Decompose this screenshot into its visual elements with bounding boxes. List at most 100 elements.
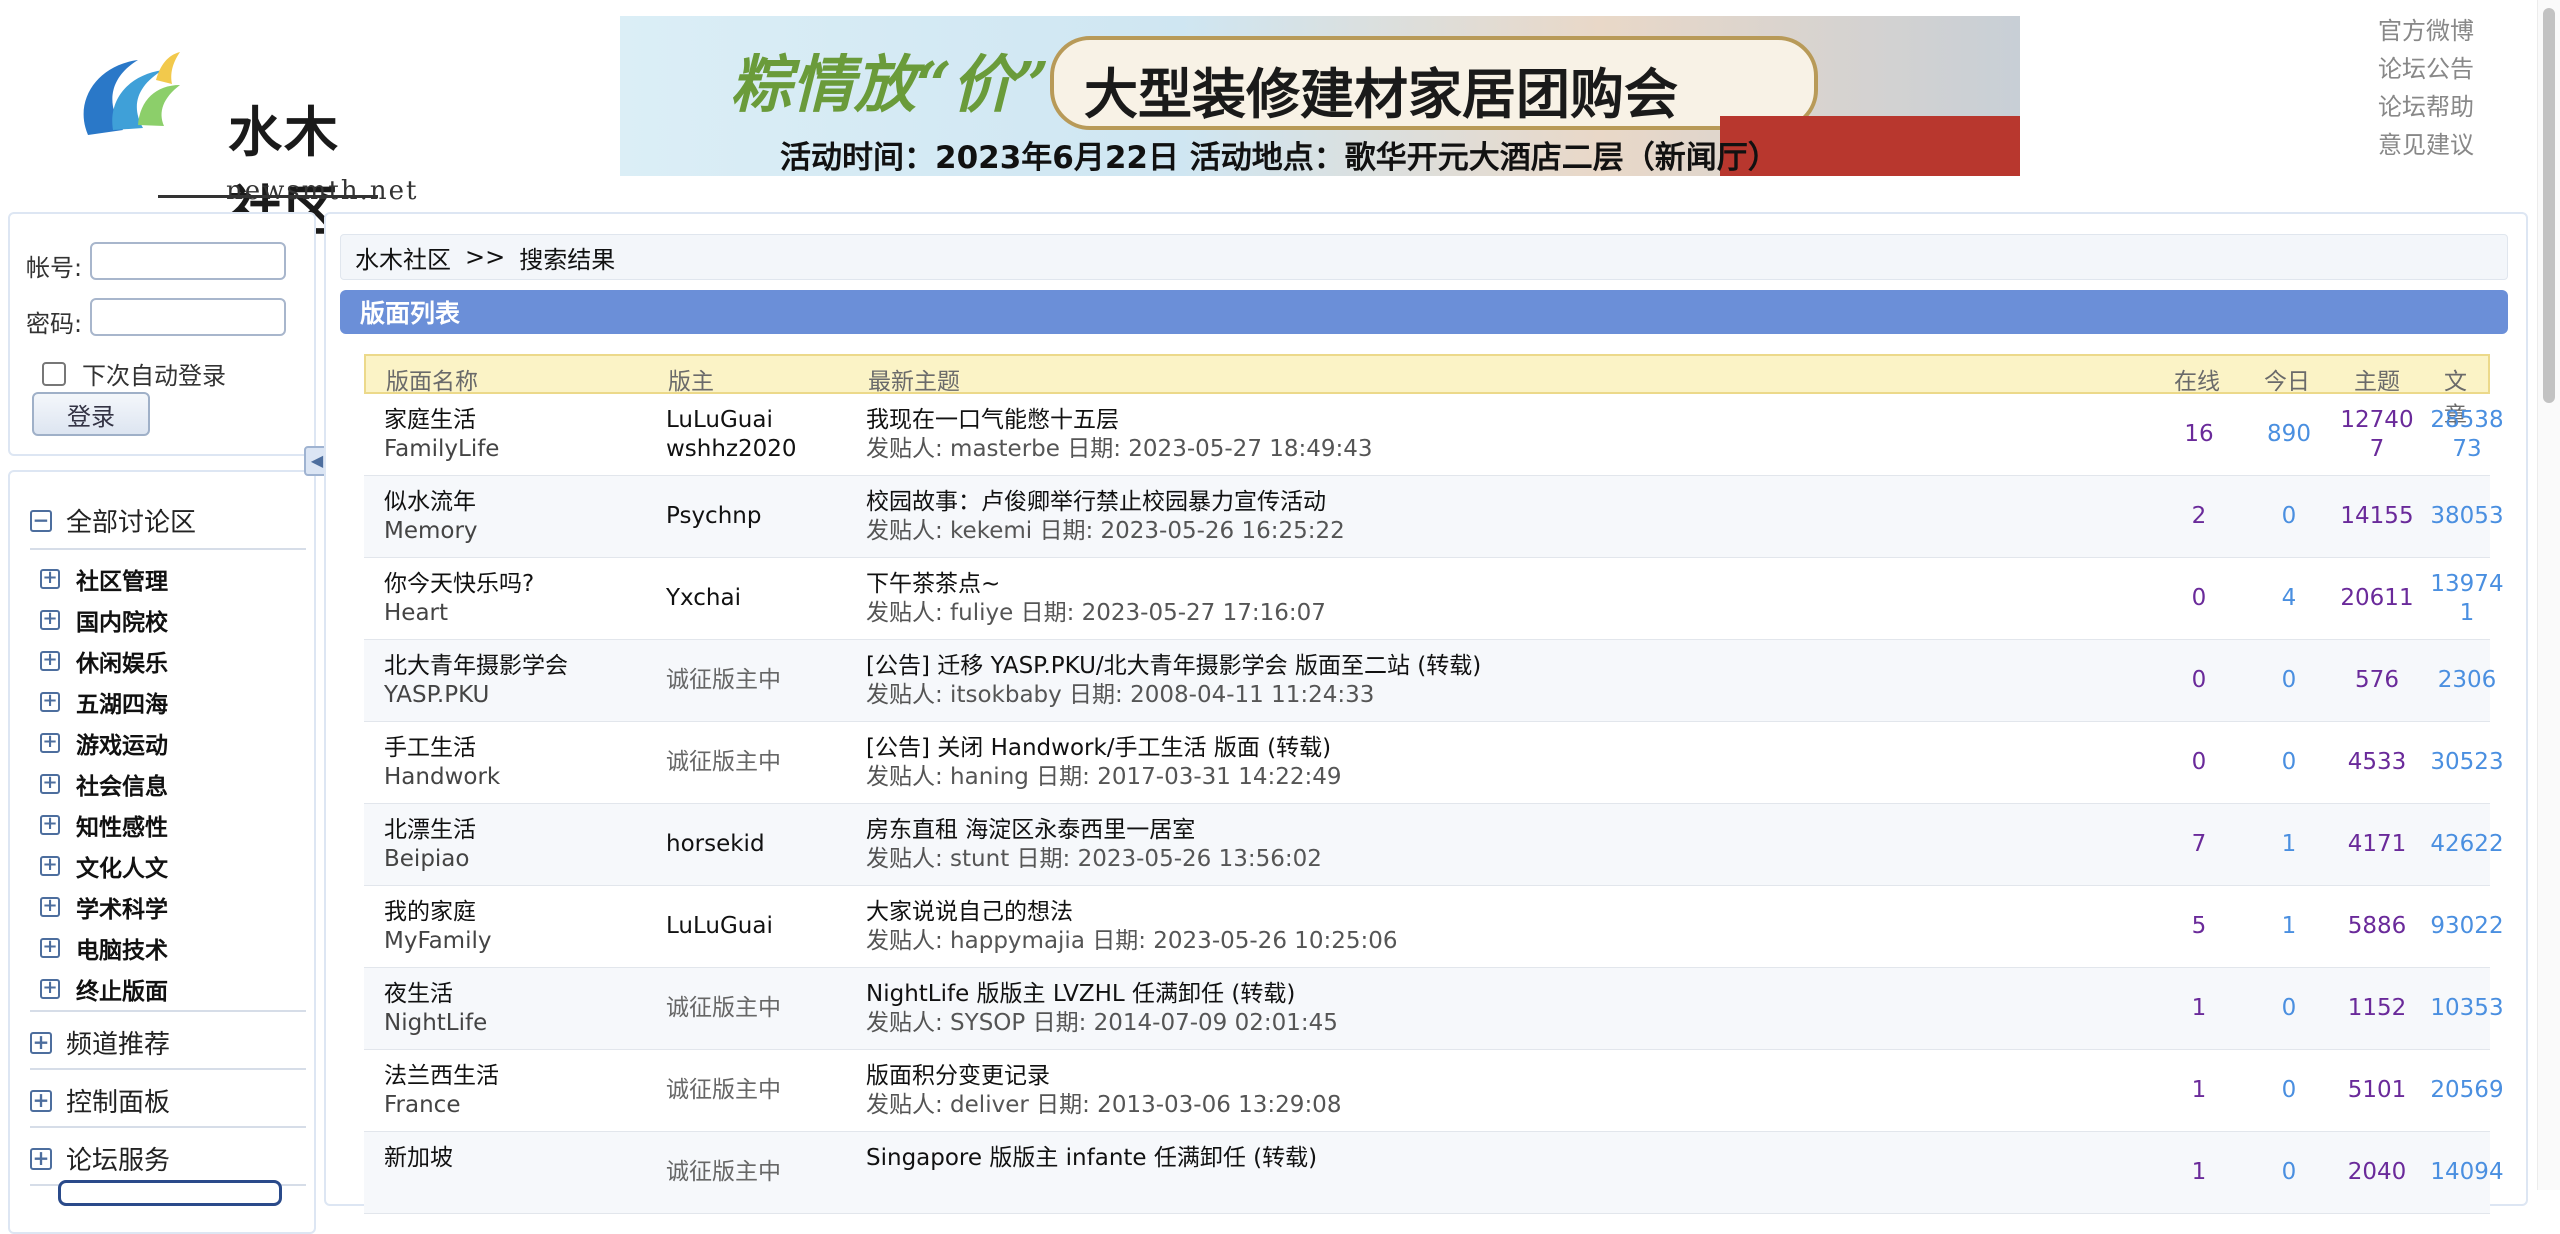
today-count[interactable]: 0 — [2244, 502, 2334, 531]
remember-login[interactable]: 下次自动登录 — [42, 356, 226, 391]
scrollbar-thumb[interactable] — [2543, 8, 2555, 403]
site-logo[interactable]: 水木社区 newsmth.net — [68, 40, 416, 243]
post-count[interactable]: 20569 — [2422, 1076, 2512, 1105]
board-english-name[interactable]: YASP.PKU — [384, 681, 568, 710]
board-name-link[interactable]: 新加坡 — [384, 1144, 453, 1173]
nav-control-panel[interactable]: + 控制面板 — [30, 1082, 306, 1119]
today-count[interactable]: 0 — [2244, 748, 2334, 777]
nav-forum-services[interactable]: + 论坛服务 — [30, 1140, 306, 1177]
moderator-cell: Psychnp — [666, 502, 761, 531]
latest-topic-link[interactable]: 房东直租 海淀区永泰西里一居室 — [866, 816, 1322, 845]
post-count[interactable]: 14094 — [2422, 1158, 2512, 1187]
divider — [30, 1010, 306, 1012]
moderator-cell: 诚征版主中 — [666, 1158, 781, 1187]
post-count[interactable]: 13974 1 — [2422, 570, 2512, 628]
nav-category-3[interactable]: + 休闲娱乐 — [40, 644, 168, 678]
category-label: 学术科学 — [76, 897, 168, 923]
board-name-link[interactable]: 家庭生活 — [384, 406, 499, 435]
header-today: 今日 — [2264, 369, 2310, 395]
board-english-name[interactable]: France — [384, 1091, 499, 1120]
board-name-cell: 北大青年摄影学会 YASP.PKU — [384, 652, 568, 710]
board-english-name[interactable]: FamilyLife — [384, 435, 499, 464]
moderator-link[interactable]: Yxchai — [666, 584, 741, 613]
post-count[interactable]: 38053 — [2422, 502, 2512, 531]
latest-topic-link[interactable]: [公告] 关闭 Handwork/手工生活 版面 (转载) — [866, 734, 1342, 763]
latest-topic-link[interactable]: [公告] 迁移 YASP.PKU/北大青年摄影学会 版面至二站 (转载) — [866, 652, 1481, 681]
board-english-name[interactable]: Memory — [384, 517, 478, 546]
nav-category-7[interactable]: + 知性感性 — [40, 808, 168, 842]
moderator-link[interactable]: horsekid — [666, 830, 765, 859]
post-count[interactable]: 2306 — [2422, 666, 2512, 695]
moderator-link[interactable]: LuLuGuai — [666, 912, 773, 941]
post-count[interactable]: 10353 — [2422, 994, 2512, 1023]
latest-topic-meta: 发贴人: deliver 日期: 2013-03-06 13:29:08 — [866, 1092, 1342, 1118]
nav-category-4[interactable]: + 五湖四海 — [40, 685, 168, 719]
today-count[interactable]: 890 — [2244, 420, 2334, 449]
remember-checkbox[interactable] — [42, 361, 66, 386]
link-forum-help[interactable]: 论坛帮助 — [2378, 88, 2474, 126]
nav-category-6[interactable]: + 社会信息 — [40, 767, 168, 801]
latest-topic-link[interactable]: NightLife 版版主 LVZHL 任满卸任 (转载) — [866, 980, 1338, 1009]
latest-topic-cell: 版面积分变更记录 发贴人: deliver 日期: 2013-03-06 13:2… — [866, 1062, 1341, 1120]
board-name-link[interactable]: 北大青年摄影学会 — [384, 652, 568, 681]
breadcrumb-home[interactable]: 水木社区 — [355, 240, 451, 275]
post-count-line1: 14094 — [2430, 1159, 2504, 1185]
nav-category-1[interactable]: + 社区管理 — [40, 562, 168, 596]
latest-topic-link[interactable]: 校园故事：卢俊卿举行禁止校园暴力宣传活动 — [866, 488, 1345, 517]
nav-category-2[interactable]: + 国内院校 — [40, 603, 168, 637]
moderator-link[interactable]: Psychnp — [666, 502, 761, 531]
ad-banner[interactable]: 粽情放“价” 大型装修建材家居团购会 活动时间：2023年6月22日 活动地点：… — [620, 16, 2020, 176]
post-count[interactable]: 93022 — [2422, 912, 2512, 941]
link-feedback[interactable]: 意见建议 — [2378, 126, 2474, 164]
board-english-name[interactable]: Beipiao — [384, 845, 476, 874]
board-name-link[interactable]: 手工生活 — [384, 734, 500, 763]
board-name-link[interactable]: 你今天快乐吗? — [384, 570, 534, 599]
post-count-line1: 20569 — [2430, 1077, 2504, 1103]
link-forum-announcement[interactable]: 论坛公告 — [2378, 50, 2474, 88]
today-count[interactable]: 0 — [2244, 1158, 2334, 1187]
account-input[interactable] — [90, 242, 286, 280]
nav-category-11[interactable]: + 终止版面 — [40, 972, 168, 1006]
latest-topic-link[interactable]: 下午茶茶点~ — [866, 570, 1326, 599]
today-count[interactable]: 0 — [2244, 994, 2334, 1023]
header-moderator: 版主 — [668, 369, 714, 395]
password-input[interactable] — [90, 298, 286, 336]
latest-topic-link[interactable]: 大家说说自己的想法 — [866, 898, 1398, 927]
table-row: 北漂生活 Beipiao horsekid 房东直租 海淀区永泰西里一居室 发贴人: s… — [364, 804, 2504, 886]
post-count[interactable]: 42622 — [2422, 830, 2512, 859]
today-count[interactable]: 4 — [2244, 584, 2334, 613]
board-english-name[interactable]: Heart — [384, 599, 534, 628]
nav-category-9[interactable]: + 学术科学 — [40, 890, 168, 924]
sidebar-bottom-button[interactable] — [58, 1180, 282, 1206]
board-english-name[interactable]: Handwork — [384, 763, 500, 792]
nav-category-5[interactable]: + 游戏运动 — [40, 726, 168, 760]
board-name-cell: 我的家庭 MyFamily — [384, 898, 491, 956]
left-sidebar: 帐号: 密码: 下次自动登录 登录 − 全部讨论区 + 社区管理 + 国内院校 + 休… — [8, 212, 316, 1234]
moderator-link[interactable]: wshhz2020 — [666, 435, 797, 464]
board-name-link[interactable]: 夜生活 — [384, 980, 487, 1009]
topic-count-line1: 5886 — [2347, 913, 2407, 939]
moderator-link[interactable]: LuLuGuai — [666, 406, 797, 435]
today-count[interactable]: 0 — [2244, 1076, 2334, 1105]
post-count[interactable]: 30523 — [2422, 748, 2512, 777]
board-name-link[interactable]: 我的家庭 — [384, 898, 491, 927]
board-name-link[interactable]: 似水流年 — [384, 488, 478, 517]
latest-topic-link[interactable]: 版面积分变更记录 — [866, 1062, 1341, 1091]
today-count[interactable]: 0 — [2244, 666, 2334, 695]
page-scrollbar[interactable] — [2537, 0, 2560, 1190]
board-english-name[interactable]: NightLife — [384, 1009, 487, 1038]
board-name-link[interactable]: 法兰西生活 — [384, 1062, 499, 1091]
board-name-link[interactable]: 北漂生活 — [384, 816, 476, 845]
today-count[interactable]: 1 — [2244, 830, 2334, 859]
nav-all-sections[interactable]: − 全部讨论区 — [30, 502, 306, 539]
latest-topic-link[interactable]: Singapore 版版主 infante 任满卸任 (转载) — [866, 1144, 1317, 1173]
board-english-name[interactable]: MyFamily — [384, 927, 491, 956]
latest-topic-link[interactable]: 我现在一口气能憋十五层 — [866, 406, 1373, 435]
link-official-weibo[interactable]: 官方微博 — [2378, 12, 2474, 50]
post-count[interactable]: 28538 73 — [2422, 406, 2512, 464]
today-count[interactable]: 1 — [2244, 912, 2334, 941]
login-button[interactable]: 登录 — [32, 392, 150, 436]
nav-channel-recommend[interactable]: + 频道推荐 — [30, 1024, 306, 1061]
nav-category-10[interactable]: + 电脑技术 — [40, 931, 168, 965]
nav-category-8[interactable]: + 文化人文 — [40, 849, 168, 883]
